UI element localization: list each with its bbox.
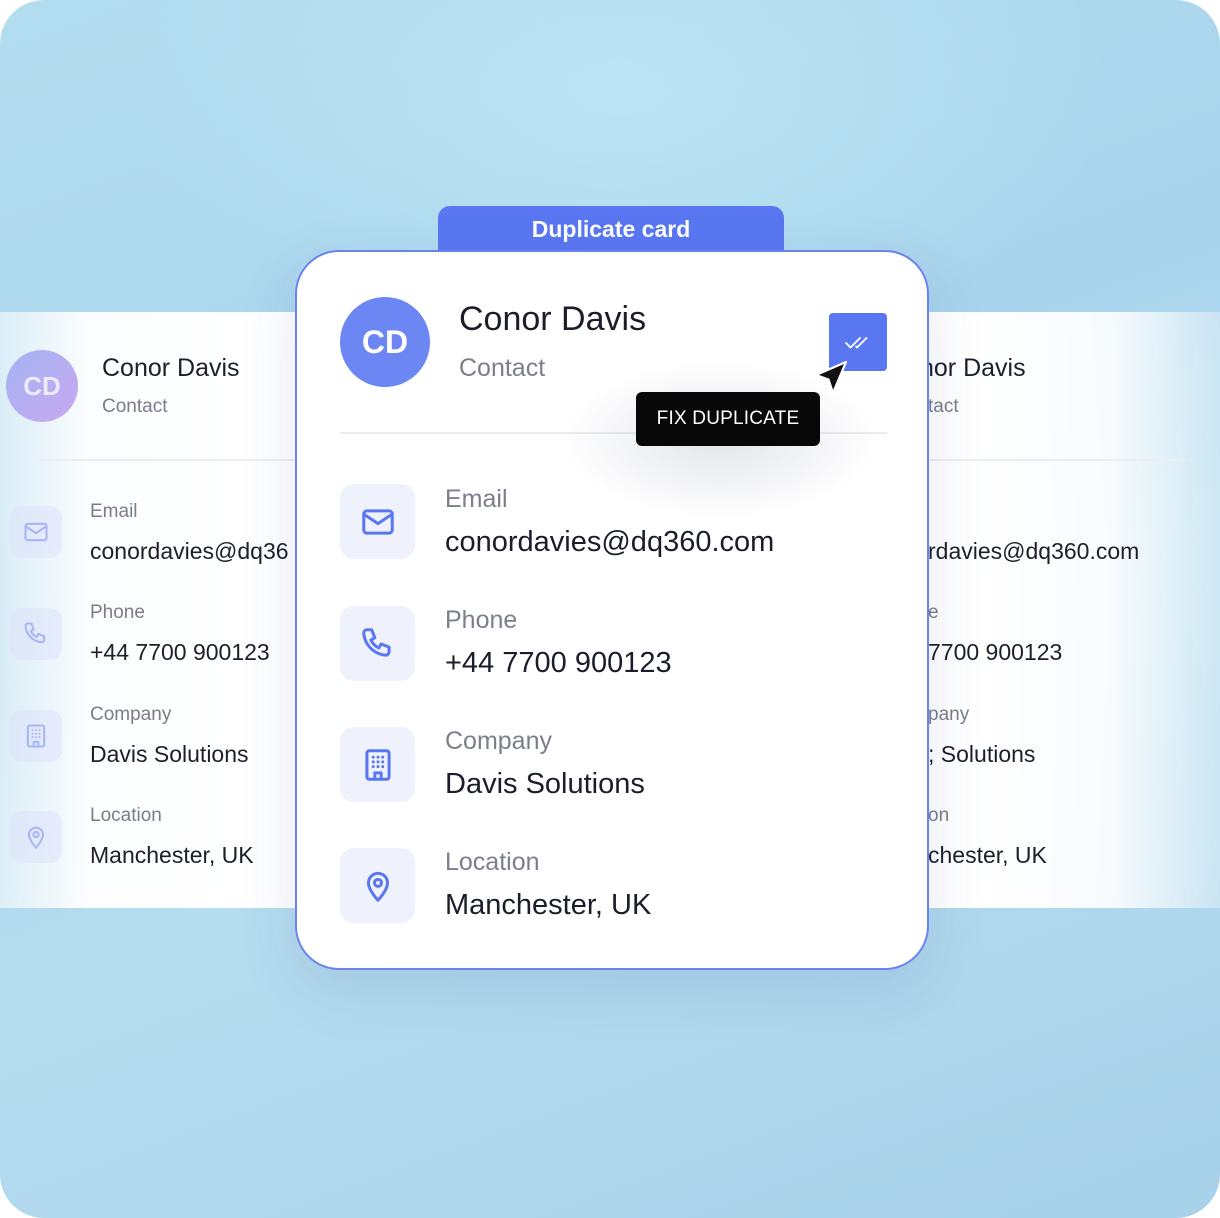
cursor-arrow-icon: [814, 360, 848, 395]
email-value: conordavies@dq36: [90, 538, 289, 564]
mail-icon: [10, 506, 62, 558]
phone-icon: [10, 608, 62, 660]
email-label: Email: [90, 501, 138, 522]
mail-icon: [340, 484, 415, 559]
building-icon: [10, 710, 62, 762]
phone-label: Phone: [90, 602, 145, 623]
location-label: on: [928, 805, 950, 826]
avatar: CD: [6, 350, 78, 422]
email-value[interactable]: conordavies@dq360.com: [445, 526, 774, 559]
contact-name: nor Davis: [920, 354, 1026, 382]
fix-duplicate-tooltip: FIX DUPLICATE: [636, 392, 820, 446]
company-value: ; Solutions: [928, 741, 1036, 767]
contact-role: Contact: [459, 354, 546, 382]
phone-value: +44 7700 900123: [90, 639, 270, 665]
location-label: Location: [445, 848, 540, 876]
location-value: Manchester, UK: [445, 889, 652, 921]
email-label: Email: [445, 485, 508, 513]
contact-role: tact: [928, 396, 959, 417]
phone-label: e: [928, 602, 939, 623]
phone-label: Phone: [445, 606, 518, 634]
location-value: chester, UK: [928, 842, 1047, 868]
phone-value: 7700 900123: [928, 639, 1063, 665]
location-label: Location: [90, 805, 162, 826]
location-value: Manchester, UK: [90, 842, 254, 868]
building-icon: [340, 727, 415, 802]
company-label: Company: [445, 727, 552, 755]
map-pin-icon: [340, 848, 415, 923]
phone-icon: [340, 606, 415, 681]
contact-name: Conor Davis: [459, 300, 647, 338]
avatar-initials: CD: [361, 323, 409, 360]
contact-name: Conor Davis: [102, 354, 240, 382]
avatar-initials: CD: [23, 370, 61, 401]
tooltip-text: FIX DUPLICATE: [656, 408, 800, 429]
double-check-icon: [845, 337, 868, 349]
phone-value[interactable]: +44 7700 900123: [445, 647, 672, 680]
background-canvas: CD Conor Davis Contact Email conordavies…: [0, 0, 1220, 1218]
map-pin-icon: [10, 811, 62, 863]
contact-role: Contact: [102, 396, 168, 417]
company-label: Company: [90, 704, 172, 725]
company-value: Davis Solutions: [90, 741, 249, 767]
company-value: Davis Solutions: [445, 768, 645, 800]
company-label: pany: [928, 704, 970, 725]
email-value: rdavies@dq360.com: [928, 538, 1140, 564]
avatar: CD: [340, 297, 430, 387]
